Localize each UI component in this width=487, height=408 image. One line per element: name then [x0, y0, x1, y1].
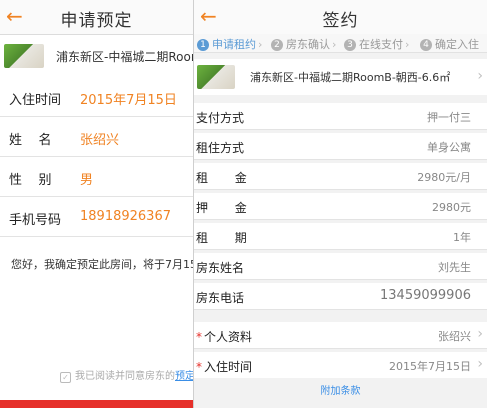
property-card[interactable]: 浦东新区-中福城二期RoomB-朝西-6.6㎡ [0, 37, 193, 75]
chevron-right-icon: › [477, 68, 483, 84]
phone-row[interactable]: 手机号码 18918926367 [0, 198, 193, 237]
checkin-date-value: 2015年7月15日 [389, 360, 471, 373]
phone-value[interactable]: 18918926367 [80, 209, 171, 224]
landlord-phone-row: 房东电话 13459099906 [194, 283, 487, 310]
lease-term-value: 1年 [453, 231, 471, 244]
property-name: 浦东新区-中福城二期RoomB-朝西-6.6㎡ [250, 71, 451, 84]
property-card[interactable]: 浦东新区-中福城二期RoomB-朝西-6.6㎡ › [194, 59, 487, 95]
personal-info-row[interactable]: * 个人资料 张绍兴 › [194, 322, 487, 349]
contract-header: ← 签约 [194, 0, 487, 35]
rent-label: 租 金 [196, 171, 247, 185]
step-confirm-checkin: 4 确定入住 [420, 36, 479, 52]
name-label: 姓 名 [9, 133, 52, 148]
personal-info-label: 个人资料 [204, 330, 253, 344]
reservation-header: ← 申请预定 [0, 0, 193, 35]
step-online-payment: 3 在线支付 › [344, 36, 409, 52]
gender-row[interactable]: 性 别 男 [0, 158, 193, 197]
payment-method-label: 支付方式 [196, 111, 245, 125]
checkin-date-label: 入住时间 [204, 360, 253, 374]
rental-type-row: 租住方式 单身公寓 [194, 133, 487, 160]
addendum-link[interactable]: 附加条款 [194, 378, 487, 408]
landlord-name-row: 房东姓名 刘先生 [194, 253, 487, 280]
message-text[interactable]: 您好，我确定预定此房间，将于7月15日入住 [11, 256, 193, 272]
lease-term-label: 租 期 [196, 231, 247, 245]
step-landlord-confirm: 2 房东确认 › [271, 36, 336, 52]
required-mark: * [196, 330, 202, 344]
chevron-right-icon: › [477, 356, 483, 372]
phone-label: 手机号码 [9, 213, 62, 228]
gender-label: 性 别 [9, 173, 52, 188]
agreement-text: 我已阅读并同意房东的 [75, 371, 175, 382]
lease-term-row: 租 期 1年 [194, 223, 487, 250]
agreement-row: ✓ 我已阅读并同意房东的预定须知 [60, 367, 193, 383]
page-title: 签约 [322, 11, 359, 31]
landlord-phone-label: 房东电话 [196, 291, 245, 305]
checkin-date-label: 入住时间 [9, 93, 62, 108]
checkin-date-row[interactable]: * 入住时间 2015年7月15日 › [194, 352, 487, 379]
payment-method-value: 押一付三 [427, 111, 471, 124]
name-value[interactable]: 张绍兴 [80, 129, 119, 148]
rental-type-value: 单身公寓 [427, 141, 471, 154]
property-name: 浦东新区-中福城二期RoomB-朝西-6.6㎡ [56, 50, 193, 64]
name-row[interactable]: 姓 名 张绍兴 [0, 118, 193, 157]
landlord-name-label: 房东姓名 [196, 261, 245, 275]
contract-panel: ← 签约 1 申请租约 › 2 房东确认 › 3 在线支付 › 4 确定入住 浦东新区-中福城… [194, 0, 487, 408]
rent-row: 租 金 2980元/月 [194, 163, 487, 190]
agreement-checkbox[interactable]: ✓ [60, 372, 71, 383]
gender-value[interactable]: 男 [80, 169, 93, 188]
property-thumbnail [4, 44, 44, 68]
progress-steps: 1 申请租约 › 2 房东确认 › 3 在线支付 › 4 确定入住 [194, 34, 487, 53]
reservation-terms-link[interactable]: 预定须知 [175, 371, 193, 382]
page-title: 申请预定 [60, 11, 133, 31]
rental-type-label: 租住方式 [196, 141, 245, 155]
submit-button[interactable] [0, 400, 193, 408]
personal-info-value: 张绍兴 [438, 330, 471, 343]
checkin-date-value[interactable]: 2015年7月15日 [80, 89, 177, 108]
chevron-right-icon: › [477, 326, 483, 342]
reservation-panel: ← 申请预定 浦东新区-中福城二期RoomB-朝西-6.6㎡ 入住时间 2015… [0, 0, 194, 408]
required-mark: * [196, 360, 202, 374]
landlord-name-value: 刘先生 [438, 261, 471, 274]
landlord-phone-value[interactable]: 13459099906 [380, 288, 471, 303]
payment-method-row: 支付方式 押一付三 [194, 103, 487, 130]
checkin-date-row[interactable]: 入住时间 2015年7月15日 [0, 78, 193, 117]
deposit-value: 2980元 [432, 201, 471, 214]
rent-value: 2980元/月 [417, 171, 471, 184]
property-thumbnail [197, 65, 235, 89]
deposit-row: 押 金 2980元 [194, 193, 487, 220]
step-apply: 1 申请租约 › [197, 36, 262, 52]
deposit-label: 押 金 [196, 201, 247, 215]
